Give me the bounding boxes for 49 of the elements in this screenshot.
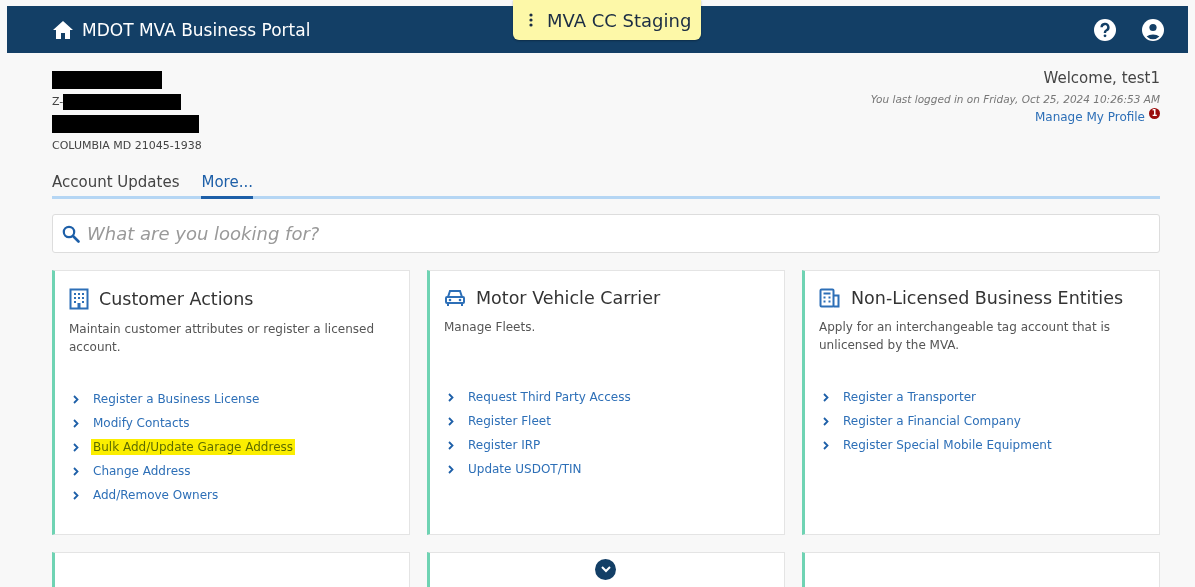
chevron-right-icon <box>448 440 454 450</box>
action-link[interactable]: Register IRP <box>466 437 543 453</box>
action-link[interactable]: Add/Remove Owners <box>91 487 221 503</box>
last-login-text: You last logged in on Friday, Oct 25, 2024 10:26:53 AM <box>870 93 1160 105</box>
tab[interactable]: More... <box>201 169 253 199</box>
card-title: Motor Vehicle Carrier <box>476 288 661 308</box>
chevron-right-icon <box>823 392 829 402</box>
chevron-right-icon <box>448 392 454 402</box>
building-icon <box>69 288 89 310</box>
car-icon <box>444 289 466 307</box>
card-title: Customer Actions <box>99 289 254 309</box>
card-description: Manage Fleets. <box>444 319 537 336</box>
card-description: Apply for an interchangeable tag account that is unlicensed by the MVA. <box>819 319 1112 354</box>
account-icon <box>1142 18 1164 41</box>
kebab-menu-icon <box>529 13 533 27</box>
action-link[interactable]: Register a Transporter <box>841 389 978 405</box>
account-address: COLUMBIA MD 21045-1938 <box>52 139 202 152</box>
chevron-right-icon <box>73 490 79 500</box>
action-link[interactable]: Modify Contacts <box>91 415 192 431</box>
action-link[interactable]: Update USDOT/TIN <box>466 461 584 477</box>
action-link[interactable]: Request Third Party Access <box>466 389 633 405</box>
notification-badge: 1 <box>1149 108 1160 119</box>
office-building-icon <box>819 288 841 308</box>
manage-profile-link[interactable]: Manage My Profile <box>1034 110 1145 124</box>
chevron-right-icon <box>73 466 79 476</box>
card-title: Non-Licensed Business Entities <box>851 288 1124 308</box>
welcome-message: Welcome, test1 <box>1043 69 1160 87</box>
action-link[interactable]: Register a Business License <box>91 391 262 407</box>
home-icon <box>53 20 73 39</box>
chevron-right-icon <box>823 416 829 426</box>
action-link[interactable]: Register Fleet <box>466 413 553 429</box>
chevron-right-icon <box>73 418 79 428</box>
action-link[interactable]: Change Address <box>91 463 193 479</box>
chevron-right-icon <box>73 442 79 452</box>
chevron-right-icon <box>73 394 79 404</box>
help-icon <box>1094 18 1116 41</box>
chevron-right-icon <box>448 464 454 474</box>
tab[interactable]: Account Updates <box>52 169 180 199</box>
portal-title[interactable]: MDOT MVA Business Portal <box>82 19 311 40</box>
chevron-right-icon <box>823 440 829 450</box>
search-field[interactable]: What are you looking for? <box>52 214 1160 253</box>
action-link[interactable]: Bulk Add/Update Garage Address <box>91 439 296 455</box>
chevron-right-icon <box>448 416 454 426</box>
action-link[interactable]: Register Special Mobile Equipment <box>841 437 1054 453</box>
chevron-down-icon <box>600 566 611 573</box>
action-link[interactable]: Register a Financial Company <box>841 413 1023 429</box>
card-description: Maintain customer attributes or register a licensed account. <box>69 321 376 356</box>
account-number: Z- <box>52 95 64 108</box>
environment-badge[interactable]: MVA CC Staging <box>513 0 702 40</box>
